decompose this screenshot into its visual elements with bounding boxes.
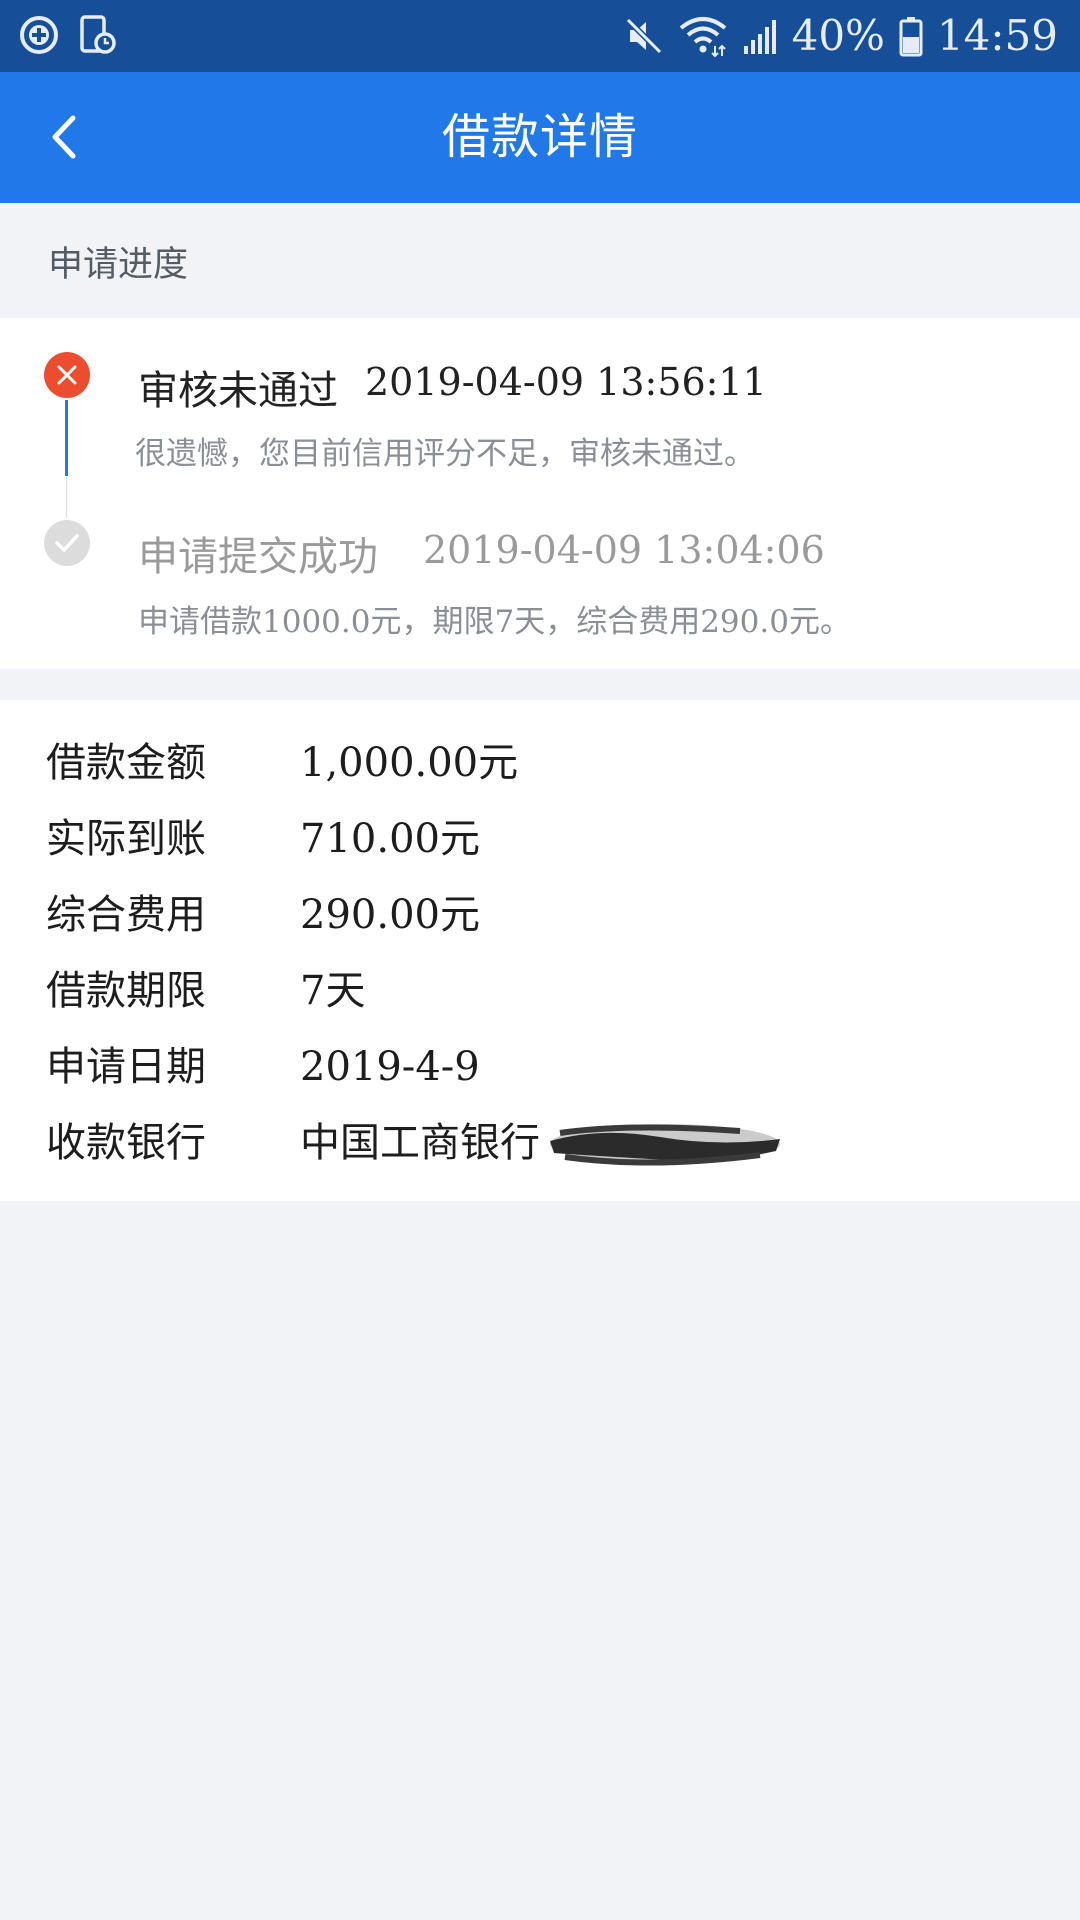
mute-icon — [625, 17, 662, 55]
back-button[interactable] — [30, 102, 100, 172]
step-time-submitted: 2019-04-09 13:04:06 — [423, 528, 825, 572]
redaction-scribble — [550, 1124, 780, 1166]
step-desc-submitted: 申请借款1000.0元，期限7天，综合费用290.0元。 — [138, 604, 851, 640]
detail-row-loan-amount: 借款金额 1,000.00元 — [0, 725, 1080, 801]
battery-percent: 40% — [791, 11, 885, 60]
detail-row-term: 借款期限 7天 — [0, 953, 1080, 1029]
page-title: 借款详情 — [441, 109, 638, 165]
signal-icon — [743, 20, 776, 54]
chevron-left-icon — [52, 115, 76, 159]
add-circle-icon — [20, 16, 58, 54]
app-bar: 借款详情 — [0, 72, 1080, 203]
detail-label: 申请日期 — [46, 1044, 206, 1090]
check-circle-icon — [44, 520, 90, 566]
detail-value: 中国工商银行 — [300, 1120, 540, 1166]
detail-row-fees: 综合费用 290.00元 — [0, 877, 1080, 953]
step-title-submitted: 申请提交成功 — [138, 534, 378, 580]
progress-card: 审核未通过 2019-04-09 13:56:11 很遗憾，您目前信用评分不足，… — [0, 318, 1080, 669]
detail-row-actual-received: 实际到账 710.00元 — [0, 801, 1080, 877]
detail-value: 2019-4-9 — [300, 1044, 480, 1090]
battery-icon — [899, 17, 923, 57]
progress-section-header: 申请进度 — [48, 245, 189, 285]
detail-value: 710.00元 — [300, 816, 480, 862]
timeline-line-active — [65, 400, 68, 476]
loan-details-card: 借款金额 1,000.00元 实际到账 710.00元 综合费用 290.00元… — [0, 700, 1080, 1201]
detail-row-apply-date: 申请日期 2019-4-9 — [0, 1029, 1080, 1105]
clock: 14:59 — [936, 11, 1058, 60]
status-bar-left — [18, 14, 118, 56]
close-circle-icon — [44, 352, 90, 398]
status-bar-right: 40% 14:59 — [624, 0, 1058, 72]
detail-label: 实际到账 — [46, 816, 206, 862]
status-bar: 40% 14:59 — [0, 0, 1080, 72]
detail-label: 收款银行 — [46, 1120, 206, 1166]
detail-label: 借款期限 — [46, 968, 206, 1014]
timeline-line-inactive — [66, 476, 67, 518]
wifi-icon — [679, 17, 726, 58]
step-desc-rejected: 很遗憾，您目前信用评分不足，审核未通过。 — [135, 436, 755, 472]
detail-row-bank: 收款银行 中国工商银行 — [0, 1105, 1080, 1181]
detail-label: 借款金额 — [46, 740, 206, 786]
step-title-rejected: 审核未通过 — [138, 368, 338, 414]
screen-recorder-icon — [80, 15, 116, 54]
detail-value: 1,000.00元 — [300, 740, 519, 786]
detail-value: 7天 — [300, 968, 366, 1014]
detail-value: 290.00元 — [300, 892, 480, 938]
step-time-rejected: 2019-04-09 13:56:11 — [365, 360, 767, 404]
detail-label: 综合费用 — [46, 892, 206, 938]
